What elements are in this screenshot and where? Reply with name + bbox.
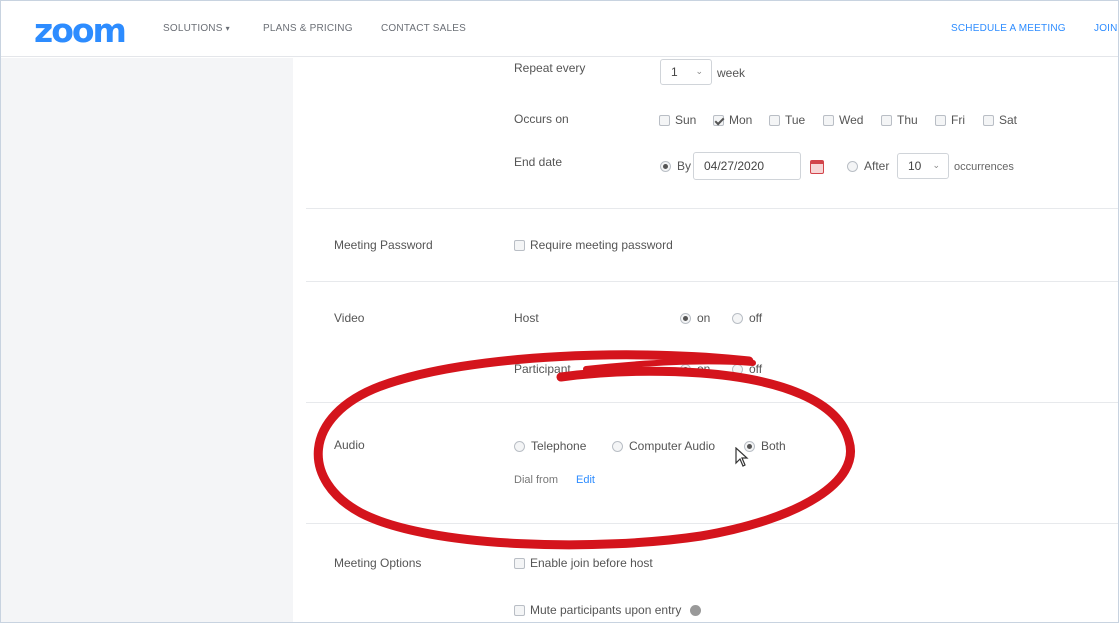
repeat-every-select[interactable]: 1 ⌄ — [660, 59, 712, 85]
video-label: Video — [334, 311, 365, 325]
audio-telephone-radio[interactable]: Telephone — [514, 439, 586, 453]
day-checkbox-fri[interactable]: Fri — [935, 113, 965, 127]
nav-join[interactable]: JOIN — [1094, 23, 1118, 34]
radio-icon — [847, 160, 858, 172]
nav-contact-sales[interactable]: CONTACT SALES — [381, 23, 466, 34]
participant-video-on-radio[interactable]: on — [680, 362, 710, 376]
join-before-host-checkbox[interactable]: Enable join before host — [514, 556, 653, 570]
occurrences-label: occurrences — [954, 161, 1014, 173]
meeting-settings-form — [293, 58, 1118, 622]
audio-both-radio[interactable]: Both — [744, 439, 786, 453]
section-divider — [306, 208, 1118, 209]
end-by-radio[interactable]: By — [660, 159, 691, 173]
radio-selected-icon — [660, 160, 671, 172]
zoom-logo[interactable]: zoom — [34, 11, 127, 50]
chevron-down-icon: ⌄ — [932, 160, 940, 170]
require-password-checkbox[interactable]: Require meeting password — [514, 238, 673, 252]
checkbox-icon — [659, 114, 670, 126]
day-checkbox-tue[interactable]: Tue — [769, 113, 805, 127]
day-checkbox-wed[interactable]: Wed — [823, 113, 863, 127]
participant-video-label: Participant — [514, 362, 571, 376]
host-video-on-radio[interactable]: on — [680, 311, 710, 325]
section-divider — [306, 281, 1118, 282]
radio-icon — [514, 440, 525, 452]
checkbox-icon — [514, 604, 525, 616]
help-icon[interactable] — [690, 604, 702, 616]
occurs-on-label: Occurs on — [514, 112, 569, 126]
mouse-cursor-icon — [735, 447, 749, 467]
day-checkbox-sun[interactable]: Sun — [659, 113, 696, 127]
checkbox-icon — [983, 114, 994, 126]
host-video-off-radio[interactable]: off — [732, 311, 762, 325]
checkbox-icon — [769, 114, 780, 126]
end-after-radio[interactable]: After — [847, 159, 889, 173]
dial-from-label: Dial from — [514, 474, 559, 486]
calendar-icon[interactable] — [810, 160, 824, 174]
chevron-down-icon: ⌄ — [695, 66, 703, 76]
radio-icon — [732, 312, 743, 324]
radio-selected-icon — [680, 363, 691, 375]
checkbox-icon — [514, 557, 525, 569]
checkbox-icon — [514, 239, 525, 251]
radio-icon — [612, 440, 623, 452]
screenshot-frame: zoom SOLUTIONS ▾ PLANS & PRICING CONTACT … — [0, 0, 1119, 623]
nav-schedule-meeting[interactable]: SCHEDULE A MEETING — [951, 23, 1066, 34]
day-checkbox-sat[interactable]: Sat — [983, 113, 1017, 127]
meeting-password-label: Meeting Password — [334, 238, 433, 252]
host-video-label: Host — [514, 311, 539, 325]
end-date-input[interactable]: 04/27/2020 — [693, 152, 801, 180]
repeat-unit-label: week — [717, 66, 746, 80]
audio-computer-radio[interactable]: Computer Audio — [612, 439, 715, 453]
dial-from-edit-link[interactable]: Edit — [576, 474, 595, 486]
checkbox-checked-icon — [713, 114, 724, 126]
day-checkbox-thu[interactable]: Thu — [881, 113, 918, 127]
meeting-options-label: Meeting Options — [334, 556, 422, 570]
checkbox-icon — [935, 114, 946, 126]
nav-plans-pricing[interactable]: PLANS & PRICING — [263, 23, 353, 34]
nav-solutions[interactable]: SOLUTIONS ▾ — [163, 23, 230, 34]
day-checkbox-mon[interactable]: Mon — [713, 113, 752, 127]
repeat-every-label: Repeat every — [514, 61, 586, 75]
top-navigation: zoom SOLUTIONS ▾ PLANS & PRICING CONTACT … — [1, 1, 1118, 57]
end-date-label: End date — [514, 155, 563, 169]
section-divider — [306, 523, 1118, 524]
mute-on-entry-checkbox[interactable]: Mute participants upon entry — [514, 603, 702, 617]
participant-video-off-radio[interactable]: off — [732, 362, 762, 376]
radio-icon — [732, 363, 743, 375]
checkbox-icon — [881, 114, 892, 126]
left-panel — [1, 58, 293, 622]
checkbox-icon — [823, 114, 834, 126]
occurrences-select[interactable]: 10 ⌄ — [897, 153, 949, 179]
chevron-down-icon: ▾ — [225, 24, 230, 33]
radio-selected-icon — [680, 312, 691, 324]
section-divider — [306, 402, 1118, 403]
audio-label: Audio — [334, 438, 365, 452]
